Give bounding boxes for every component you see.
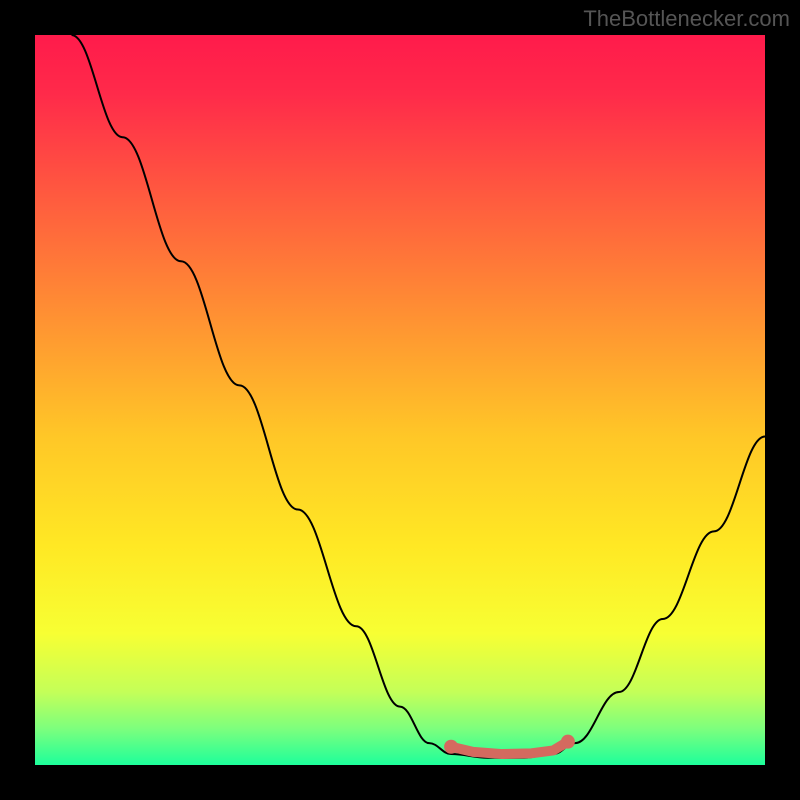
chart-background — [35, 35, 765, 765]
chart-svg — [35, 35, 765, 765]
chart-plot-area — [35, 35, 765, 765]
watermark-text: TheBottlenecker.com — [583, 6, 790, 32]
